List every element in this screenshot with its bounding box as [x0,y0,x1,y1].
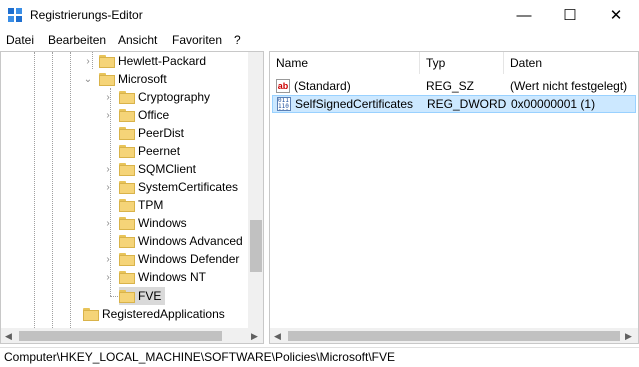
status-bar: Computer\HKEY_LOCAL_MACHINE\SOFTWARE\Pol… [0,347,639,367]
tree-item-label: Windows Defender [138,252,240,266]
tree-item-windows-nt[interactable]: › Windows NT [103,268,206,286]
chevron-right-icon[interactable]: › [103,110,113,121]
tree-guide-line [52,52,53,328]
tree-item-label: PeerDist [138,126,185,140]
registry-editor-icon [8,8,22,22]
chevron-right-icon[interactable]: › [103,218,113,229]
menu-datei[interactable]: Datei [6,33,34,47]
tree-horizontal-scroll-thumb[interactable] [19,331,222,341]
folder-icon [119,252,135,266]
tree-item-sqmclient[interactable]: › SQMClient [103,160,196,178]
tree-item-label: TPM [138,198,164,212]
value-row[interactable]: ab (Standard) REG_SZ (Wert nicht festgel… [270,77,638,95]
tree-item-cryptography[interactable]: › Cryptography [103,88,210,106]
value-data: 0x00000001 (1) [511,97,596,111]
tree-item-label: Hewlett-Packard [118,54,207,68]
minimize-icon: — [516,6,532,24]
folder-icon [99,54,115,68]
tree-item-label: Windows NT [138,270,207,284]
folder-icon [83,307,99,321]
values-list-pane[interactable]: Name Typ Daten ab (Standard) REG_SZ (Wer… [269,51,639,344]
tree-item-windows-advanced[interactable]: Windows Advanced [119,232,243,250]
value-type: REG_SZ [426,79,475,93]
value-data: (Wert nicht festgelegt) [510,79,628,93]
tree-guide-line [70,52,71,328]
folder-icon [119,289,135,303]
tree-item-label: Cryptography [138,90,211,104]
string-value-icon: ab [276,79,290,93]
tree-item-registeredapplications[interactable]: RegisteredApplications [83,305,225,323]
folder-icon [119,198,135,212]
chevron-right-icon[interactable]: › [83,56,93,67]
menu-help[interactable]: ? [234,33,241,47]
folder-icon [119,180,135,194]
column-header-type[interactable]: Typ [420,52,504,74]
maximize-button[interactable]: ☐ [547,0,593,30]
key-tree-pane[interactable]: › Hewlett-Packard ⌄ Microsoft › Cryptogr… [0,51,264,344]
folder-icon [119,162,135,176]
chevron-right-icon[interactable]: › [103,254,113,265]
menu-bearbeiten[interactable]: Bearbeiten [48,33,106,47]
column-header-name[interactable]: Name [270,52,420,74]
folder-icon [119,270,135,284]
minimize-button[interactable]: — [501,0,547,30]
scroll-right-icon[interactable]: ▶ [625,331,632,342]
tree-item-label: SystemCertificates [138,180,239,194]
chevron-down-icon[interactable]: ⌄ [83,74,93,85]
tree-item-microsoft[interactable]: ⌄ Microsoft [83,70,167,88]
tree-item-windows-defender[interactable]: › Windows Defender [103,250,239,268]
registry-path: Computer\HKEY_LOCAL_MACHINE\SOFTWARE\Pol… [4,350,395,364]
menu-favoriten[interactable]: Favoriten [172,33,222,47]
tree-item-label: Windows [138,216,187,230]
binary-value-icon: 011110010 [277,97,291,111]
tree-item-label: Peernet [138,144,181,158]
value-name: SelfSignedCertificates [295,97,414,111]
scroll-left-icon[interactable]: ◀ [274,331,281,342]
tree-item-label: RegisteredApplications [102,307,225,321]
tree-item-systemcertificates[interactable]: › SystemCertificates [103,178,238,196]
tree-item-label: Microsoft [118,72,167,86]
chevron-right-icon[interactable]: › [103,164,113,175]
tree-item-tpm[interactable]: TPM [119,196,163,214]
tree-item-hewlett-packard[interactable]: › Hewlett-Packard [83,52,206,70]
tree-vertical-scrollbar[interactable] [248,52,263,328]
tree-item-windows[interactable]: › Windows [103,214,187,232]
chevron-right-icon[interactable]: › [103,92,113,103]
tree-item-label: SQMClient [138,162,197,176]
value-name: (Standard) [294,79,351,93]
tree-item-label: Windows Advanced [138,234,243,248]
folder-icon [119,108,135,122]
menu-ansicht[interactable]: Ansicht [118,33,157,47]
folder-icon [99,72,115,86]
column-header-data[interactable]: Daten [504,52,638,74]
folder-icon [119,234,135,248]
folder-icon [119,144,135,158]
window-title: Registrierungs-Editor [30,8,143,22]
tree-guide-line [34,52,35,328]
tree-item-peerdist[interactable]: PeerDist [119,124,184,142]
maximize-icon: ☐ [563,7,577,24]
close-button[interactable]: ✕ [593,0,639,30]
close-icon: ✕ [609,7,623,24]
list-horizontal-scroll-thumb[interactable] [288,331,620,341]
value-row-selected[interactable]: 011110010 SelfSignedCertificates REG_DWO… [272,95,636,113]
folder-icon [119,90,135,104]
tree-item-label: Office [138,108,170,122]
title-bar: Registrierungs-Editor — ☐ ✕ [0,0,639,30]
tree-item-office[interactable]: › Office [103,106,169,124]
tree-item-label: FVE [138,289,162,303]
chevron-right-icon[interactable]: › [103,272,113,283]
tree-vertical-scroll-thumb[interactable] [250,220,262,272]
folder-icon [119,126,135,140]
scroll-right-icon[interactable]: ▶ [251,331,258,342]
tree-item-fve[interactable]: FVE [119,287,166,305]
scroll-left-icon[interactable]: ◀ [5,331,12,342]
tree-item-peernet[interactable]: Peernet [119,142,180,160]
menu-bar: Datei Bearbeiten Ansicht Favoriten ? [0,30,639,49]
chevron-right-icon[interactable]: › [103,182,113,193]
folder-icon [119,216,135,230]
value-type: REG_DWORD [427,97,507,111]
